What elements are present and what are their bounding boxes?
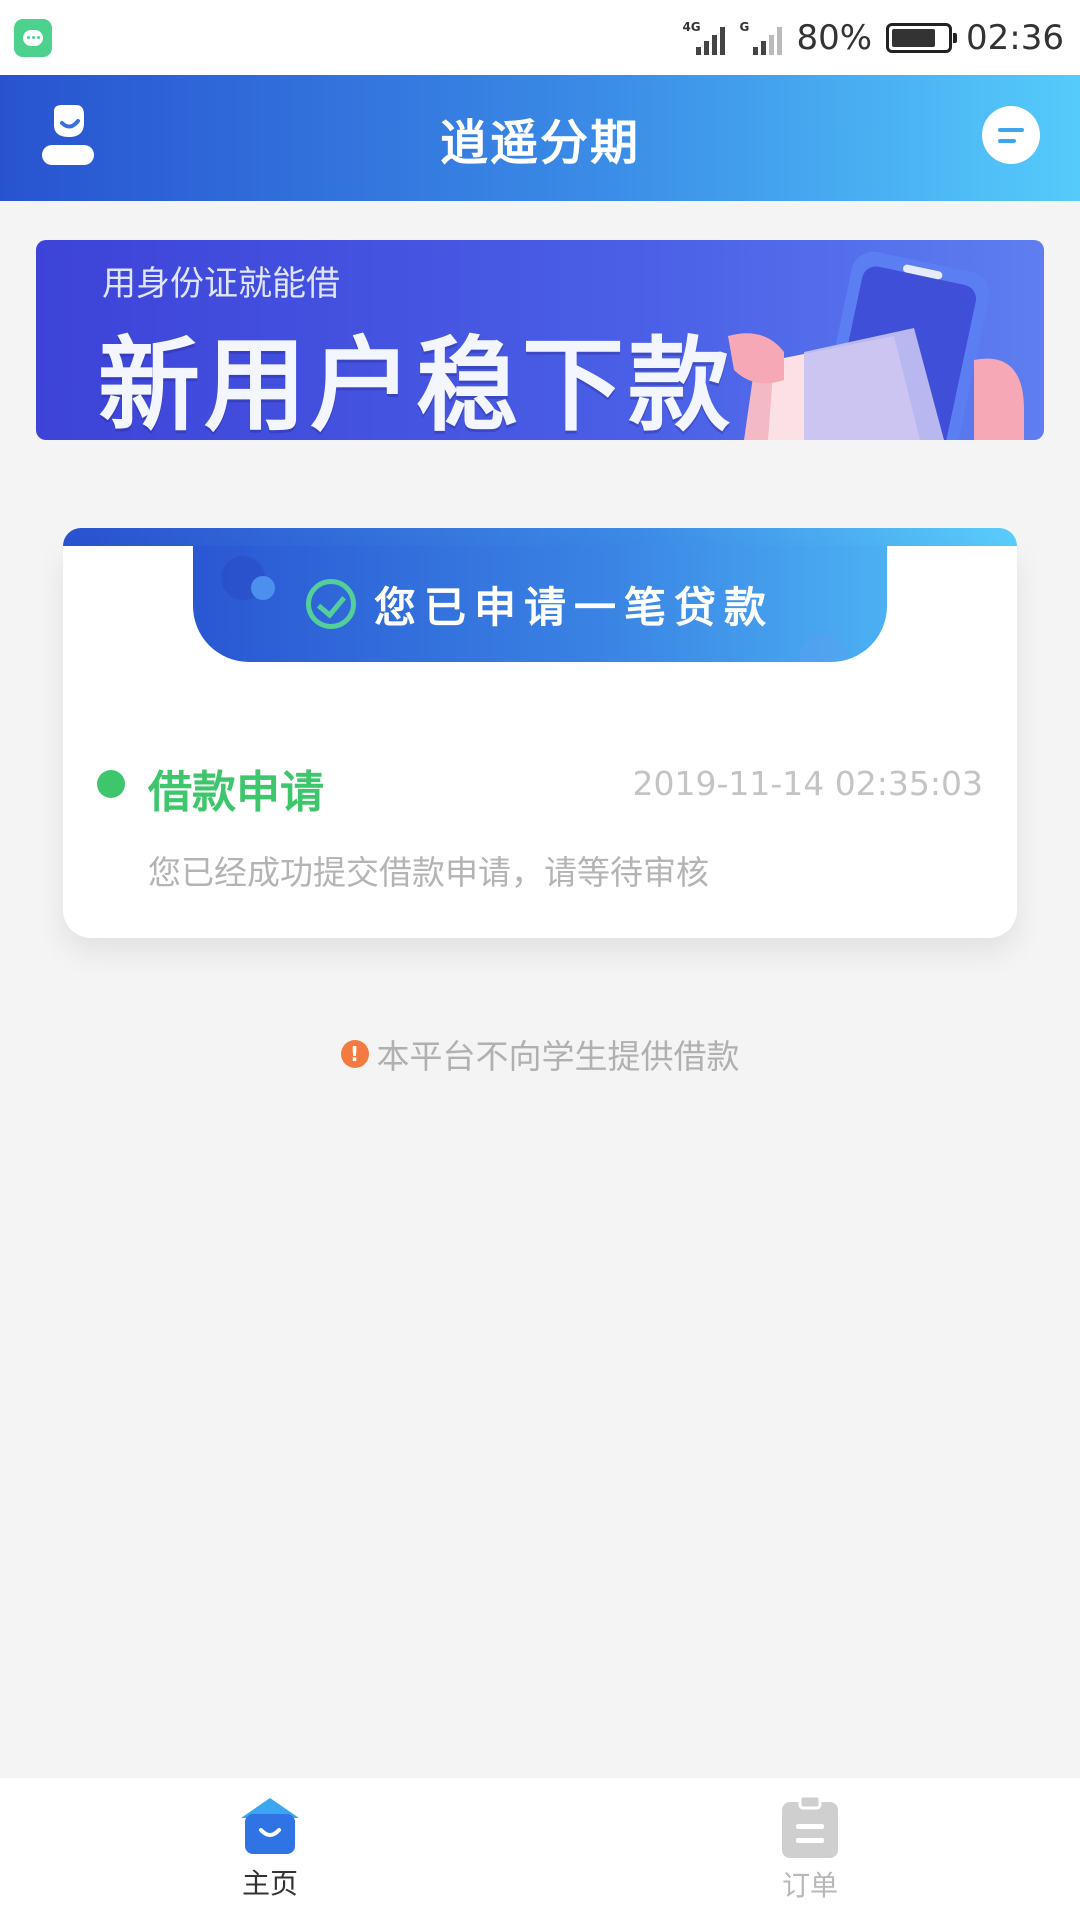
card-header-tab: 您已申请一笔贷款 bbox=[193, 546, 887, 662]
status-dot bbox=[97, 770, 125, 798]
card-body: 您已申请一笔贷款 借款申请 2019-11-14 02:35:03 您已经成功提… bbox=[63, 546, 1017, 938]
application-description: 您已经成功提交借款申请，请等待审核 bbox=[148, 853, 709, 892]
nav-label-orders: 订单 bbox=[781, 1869, 838, 1902]
application-time: 2019-11-14 02:35:03 bbox=[632, 764, 983, 803]
signal-4g-icon: 4G bbox=[682, 21, 726, 55]
app-header: 逍遥分期 bbox=[0, 75, 1080, 201]
promo-banner[interactable]: 用身份证就能借 新用户稳下款 bbox=[36, 240, 1044, 440]
status-indicators: 4G G 80% 02:36 bbox=[682, 18, 1064, 58]
message-notification-icon bbox=[14, 18, 52, 57]
message-icon[interactable] bbox=[982, 106, 1040, 164]
nav-item-home[interactable]: 主页 bbox=[0, 1778, 540, 1920]
notice-text: 本平台不向学生提供借款 bbox=[376, 1037, 740, 1076]
app-screen: 4G G 80% 02:36 逍遥分期 用身份证就能借 新用户稳下款 您已申请一… bbox=[0, 0, 1080, 1920]
nav-label-home: 主页 bbox=[241, 1867, 298, 1900]
status-bar: 4G G 80% 02:36 bbox=[0, 0, 1080, 75]
nav-item-orders[interactable]: 订单 bbox=[540, 1778, 1080, 1920]
user-icon[interactable] bbox=[40, 105, 96, 167]
app-title: 逍遥分期 bbox=[439, 115, 640, 171]
bottom-navigation: 主页 订单 bbox=[0, 1778, 1080, 1920]
home-icon bbox=[241, 1798, 299, 1854]
check-circle-icon bbox=[305, 579, 356, 629]
warning-icon: ! bbox=[340, 1040, 369, 1068]
battery-percentage: 80% bbox=[796, 17, 873, 58]
banner-subtitle: 用身份证就能借 bbox=[102, 264, 340, 304]
clipboard-icon bbox=[782, 1796, 838, 1858]
student-notice: ! 本平台不向学生提供借款 bbox=[0, 1030, 1080, 1078]
phone-cash-illustration bbox=[728, 251, 1024, 440]
application-status: 借款申请 bbox=[148, 767, 324, 818]
banner-headline: 新用户稳下款 bbox=[98, 327, 734, 440]
battery-icon bbox=[886, 22, 958, 53]
status-clock: 02:36 bbox=[966, 17, 1064, 58]
signal-g-icon: G bbox=[739, 21, 783, 55]
card-header-text: 您已申请一笔贷款 bbox=[373, 582, 774, 632]
